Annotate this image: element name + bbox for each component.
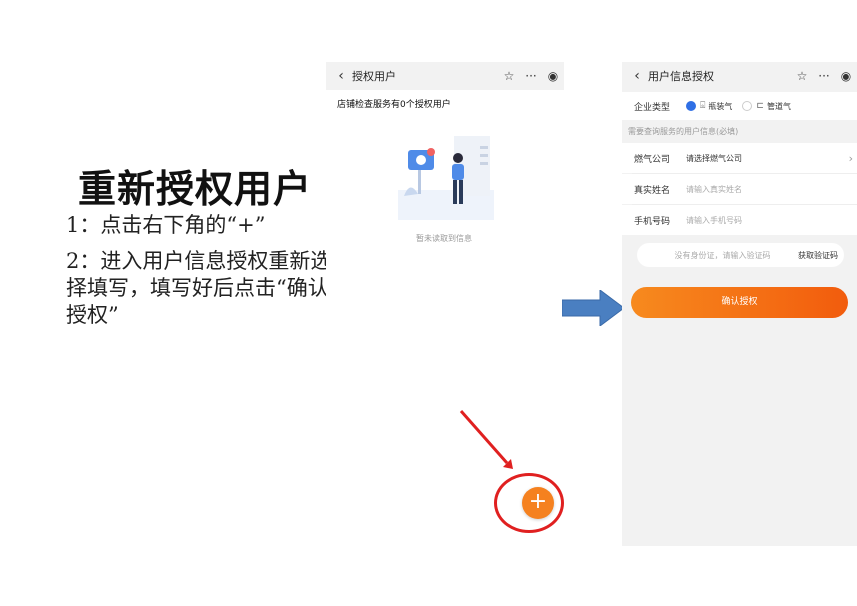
star-icon[interactable]: ☆ bbox=[498, 69, 520, 83]
authorized-count-text: 店铺检查服务有0个授权用户 bbox=[337, 100, 451, 110]
radio-checked-icon[interactable] bbox=[686, 101, 696, 111]
radio-unchecked-icon[interactable] bbox=[742, 101, 753, 111]
nav-title: 授权用户 bbox=[352, 70, 396, 83]
enterprise-type-row: 企业类型 ⌺ 瓶装气 ⊏ 管道气 bbox=[622, 92, 857, 120]
enterprise-type-label: 企业类型 bbox=[634, 102, 671, 113]
get-code-button[interactable]: 获取验证码 bbox=[798, 250, 838, 261]
cylinder-icon: ⌺ bbox=[700, 101, 706, 111]
confirm-authorization-button[interactable]: 确认授权 bbox=[631, 287, 848, 318]
screen-user-info-authorization: ‹ 用户信息授权 ☆ ··· ◉ 企业类型 ⌺ 瓶装气 ⊏ 管道气 需要查询服务… bbox=[622, 62, 857, 546]
name-input[interactable]: 请输入真实姓名 bbox=[686, 184, 857, 195]
red-pointer-arrow bbox=[459, 410, 513, 469]
nav-bar: ‹ 授权用户 ☆ ··· ◉ bbox=[326, 62, 564, 90]
phone-label: 手机号码 bbox=[634, 216, 671, 227]
blue-arrow bbox=[562, 290, 624, 326]
section-hint: 需要查询服务的用户信息(必填) bbox=[628, 127, 739, 136]
phone-row: 手机号码 请输入手机号码 bbox=[622, 205, 857, 235]
option-pipeline[interactable]: ⊏ 管道气 bbox=[742, 101, 791, 112]
gas-company-label: 燃气公司 bbox=[634, 154, 671, 165]
option-bottled[interactable]: ⌺ 瓶装气 bbox=[686, 101, 732, 112]
gas-company-row[interactable]: 燃气公司 请选择燃气公司 › bbox=[622, 143, 857, 173]
name-label: 真实姓名 bbox=[634, 185, 671, 196]
verification-code-input[interactable]: 没有身份证，请输入验证码 bbox=[637, 250, 798, 261]
option-bottled-label: 瓶装气 bbox=[708, 101, 733, 111]
nav-title: 用户信息授权 bbox=[648, 70, 714, 83]
name-row: 真实姓名 请输入真实姓名 bbox=[622, 174, 857, 204]
target-icon[interactable]: ◉ bbox=[542, 69, 564, 83]
target-icon[interactable]: ◉ bbox=[835, 69, 857, 83]
phone-input[interactable]: 请输入手机号码 bbox=[686, 215, 857, 226]
gas-company-select[interactable]: 请选择燃气公司 bbox=[686, 153, 849, 164]
instruction-title: 重新授权用户 bbox=[78, 167, 313, 211]
instruction-step-2: 2：进入用户信息授权重新选择填写，填写好后点击“确认授权” bbox=[66, 249, 332, 327]
more-icon[interactable]: ··· bbox=[813, 69, 835, 83]
add-button[interactable]: + bbox=[522, 487, 554, 519]
back-icon[interactable]: ‹ bbox=[330, 68, 352, 84]
option-pipeline-label: 管道气 bbox=[766, 101, 791, 111]
empty-state-illustration bbox=[398, 136, 494, 220]
empty-state-text: 暂未读取到信息 bbox=[416, 234, 472, 243]
verification-row: 没有身份证，请输入验证码 获取验证码 bbox=[637, 243, 844, 267]
chevron-right-icon: › bbox=[848, 151, 853, 165]
more-icon[interactable]: ··· bbox=[520, 69, 542, 83]
instruction-step-1: 1：点击右下角的“+” bbox=[66, 213, 266, 237]
back-icon[interactable]: ‹ bbox=[626, 68, 648, 84]
screen-authorized-users: ‹ 授权用户 ☆ ··· ◉ 店铺检查服务有0个授权用户 bbox=[326, 62, 564, 482]
pipe-icon: ⊏ bbox=[756, 101, 764, 111]
nav-bar: ‹ 用户信息授权 ☆ ··· ◉ bbox=[622, 62, 857, 90]
star-icon[interactable]: ☆ bbox=[791, 69, 813, 83]
